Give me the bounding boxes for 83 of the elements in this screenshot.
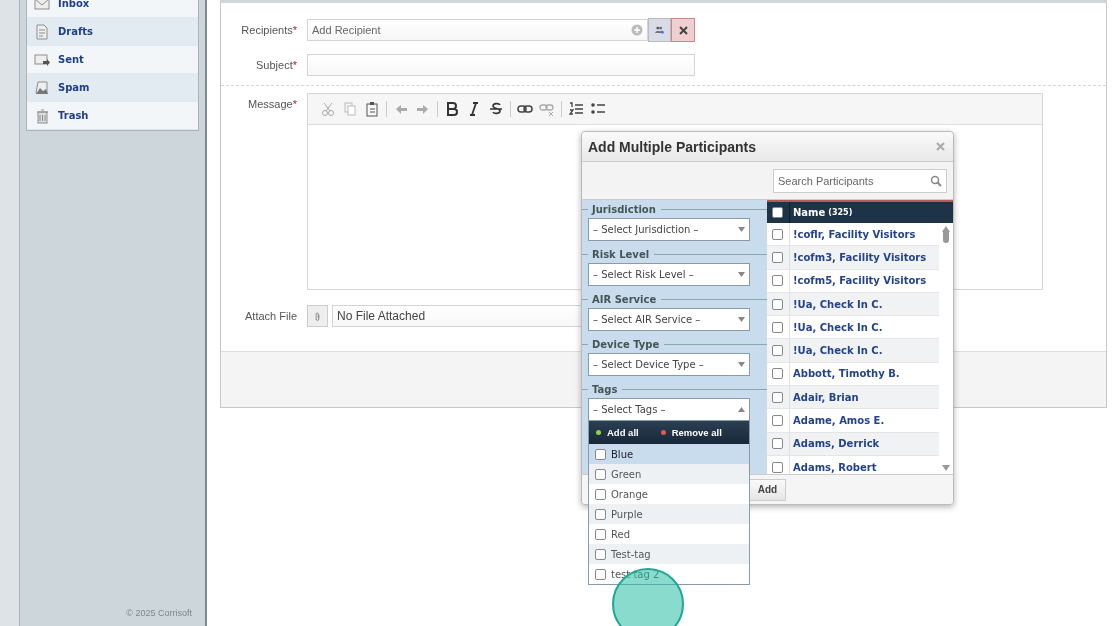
recipient-field[interactable]: Add Recipient	[307, 19, 648, 41]
select-all-checkbox[interactable]	[772, 207, 783, 218]
checkbox[interactable]	[772, 228, 783, 240]
participant-name[interactable]: Abbott, Timothy B.	[789, 362, 939, 386]
checkbox[interactable]	[772, 298, 783, 310]
field-label: Message*	[247, 97, 297, 110]
clear-button[interactable]	[671, 18, 695, 42]
unlink-icon[interactable]	[539, 101, 555, 117]
click-indicator	[612, 568, 684, 626]
bullet-list-icon[interactable]	[590, 101, 606, 117]
count-label: (325)	[828, 208, 853, 217]
checkbox[interactable]	[772, 461, 783, 473]
checkbox[interactable]	[772, 438, 783, 450]
filter-select[interactable]: – Select Device Type –	[588, 353, 750, 376]
caret-down-icon	[738, 227, 745, 232]
participant-name[interactable]: !Ua, Check In C.	[789, 316, 939, 339]
document-icon	[34, 23, 50, 40]
tag-option[interactable]: Green	[589, 464, 749, 484]
filter-label: Risk Level	[592, 249, 650, 260]
tag-option[interactable]: Orange	[589, 484, 749, 504]
message-editor[interactable]	[307, 93, 1043, 290]
filter-label: Tags	[592, 384, 618, 395]
search-field[interactable]: Search Participants	[773, 168, 947, 193]
page-picture-icon	[34, 79, 50, 96]
filter-select[interactable]: – Select Jurisdiction –	[588, 218, 750, 241]
filter-select[interactable]: – Select Tags –	[588, 398, 750, 421]
close-icon	[678, 25, 688, 35]
checkbox[interactable]	[595, 448, 606, 460]
checkbox[interactable]	[595, 468, 606, 480]
subject-field[interactable]	[307, 54, 695, 76]
search-icon	[930, 174, 942, 187]
checkbox[interactable]	[772, 275, 783, 287]
participant-name[interactable]: Adame, Amos E.	[789, 409, 939, 432]
checkbox[interactable]	[595, 568, 606, 580]
bold-icon[interactable]	[444, 101, 460, 117]
caret-down-icon	[738, 317, 745, 322]
filter-select[interactable]: – Select AIR Service –	[588, 308, 750, 331]
sidebar-item[interactable]: Drafts	[27, 18, 198, 46]
add-button[interactable]: Add	[749, 478, 786, 501]
participant-name[interactable]: !cofm5, Facility Visitors	[789, 269, 939, 292]
checkbox[interactable]	[595, 548, 606, 560]
tag-option[interactable]: Blue	[589, 444, 749, 464]
checkbox[interactable]	[772, 345, 783, 357]
checkbox[interactable]	[595, 528, 606, 540]
tag-option[interactable]: Red	[589, 524, 749, 544]
remove-all-button[interactable]: Remove all	[660, 427, 722, 438]
close-icon	[935, 142, 945, 151]
strikethrough-icon[interactable]	[488, 101, 504, 117]
numbered-list-icon[interactable]	[568, 101, 584, 117]
clipboard-icon[interactable]	[364, 101, 380, 117]
checkbox[interactable]	[595, 508, 606, 520]
sidebar-item[interactable]: Spam	[27, 74, 198, 102]
dialog-title: Add Multiple Participants	[588, 138, 756, 155]
tag-option[interactable]: Test-tag	[589, 544, 749, 564]
sidebar-item[interactable]: Trash	[27, 102, 198, 130]
field-label: Recipients*	[240, 23, 297, 36]
plus-icon	[631, 24, 643, 36]
add-all-button[interactable]: Add all	[596, 427, 639, 438]
checkbox[interactable]	[772, 321, 783, 333]
scroll-down-icon[interactable]	[942, 465, 950, 471]
checkbox[interactable]	[772, 415, 783, 426]
checkbox[interactable]	[595, 488, 606, 500]
tag-option[interactable]: Purple	[589, 504, 749, 524]
filter-select[interactable]: – Select Risk Level –	[588, 263, 750, 286]
field-label: Subject*	[255, 58, 297, 71]
participant-name[interactable]: !coflr, Facility Visitors	[789, 223, 939, 246]
scissors-icon[interactable]	[320, 101, 336, 117]
checkbox[interactable]	[772, 391, 783, 403]
scroll-thumb[interactable]	[943, 229, 949, 243]
checkbox[interactable]	[772, 368, 783, 380]
filter-label: Jurisdiction	[592, 204, 656, 215]
attach-button[interactable]	[307, 305, 328, 327]
caret-down-icon	[738, 272, 745, 277]
filter-label: Device Type	[592, 339, 660, 350]
trash-can-icon	[34, 107, 50, 124]
field-label: Attach File	[244, 309, 297, 322]
checkbox[interactable]	[772, 251, 783, 263]
envelope-arrow-icon	[34, 51, 50, 68]
caret-down-icon	[738, 362, 745, 367]
column-title: Name	[793, 207, 826, 218]
copyright-text: © 2025 Corrisoft	[125, 608, 193, 618]
filter-label: AIR Service	[592, 294, 657, 305]
add-group-button[interactable]	[648, 18, 671, 42]
